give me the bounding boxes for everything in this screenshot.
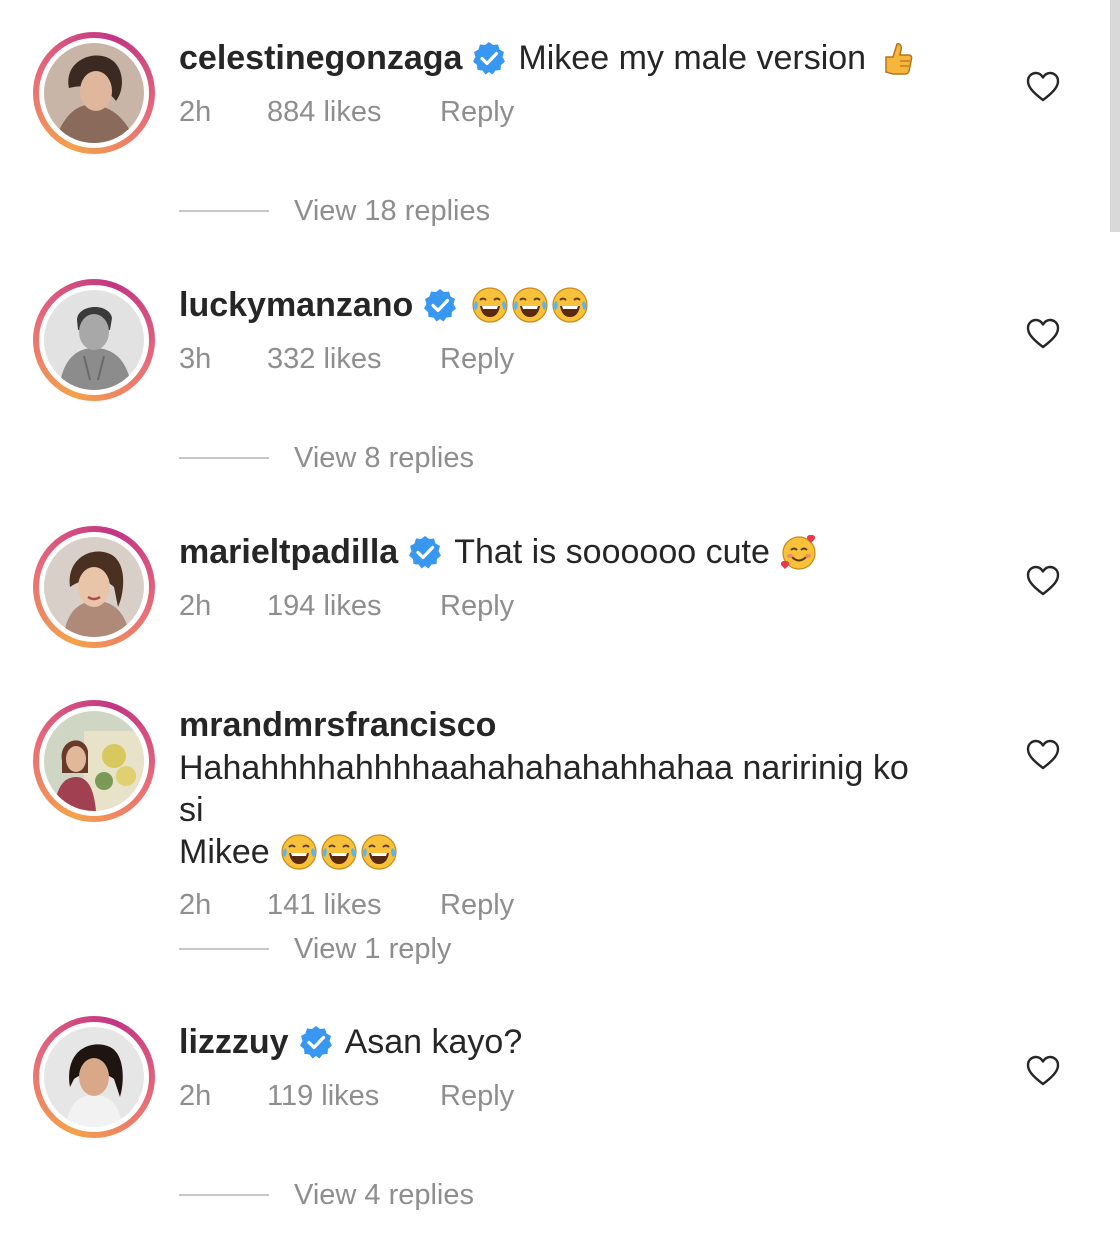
tears-of-joy-icon: [361, 834, 397, 870]
view-replies-button[interactable]: View 8 replies: [179, 440, 474, 476]
likes-count[interactable]: 332 likes: [267, 341, 440, 377]
reply-button[interactable]: Reply: [440, 94, 514, 130]
comment-time: 2h: [179, 1080, 212, 1112]
likes-count[interactable]: 141 likes: [267, 887, 440, 923]
heart-outline-icon[interactable]: [1025, 69, 1061, 105]
view-replies-label: View 18 replies: [294, 194, 491, 227]
tears-of-joy-icon: [512, 287, 548, 323]
smiling-face-with-hearts-icon: [780, 535, 816, 570]
reply-button[interactable]: Reply: [440, 1078, 514, 1114]
comment-time: 2h: [179, 590, 212, 622]
username[interactable]: lizzzuy: [179, 1020, 289, 1064]
avatar[interactable]: [33, 526, 155, 648]
heart-outline-icon[interactable]: [1025, 316, 1061, 352]
thumbs-up-icon: [885, 43, 913, 75]
tears-of-joy-icon: [472, 287, 508, 323]
divider: [179, 457, 269, 459]
likes-count[interactable]: 119 likes: [267, 1078, 440, 1114]
username[interactable]: marieltpadilla: [179, 530, 398, 574]
view-replies-button[interactable]: View 1 reply: [179, 931, 451, 967]
username[interactable]: celestinegonzaga: [179, 36, 462, 80]
divider: [179, 1194, 269, 1196]
heart-outline-icon[interactable]: [1025, 563, 1061, 599]
heart-outline-icon[interactable]: [1025, 737, 1061, 773]
divider: [179, 210, 269, 212]
view-replies-label: View 8 replies: [294, 441, 475, 474]
verified-badge-icon: [409, 536, 442, 569]
avatar[interactable]: [33, 32, 155, 154]
reply-button[interactable]: Reply: [440, 341, 514, 377]
tears-of-joy-icon: [552, 287, 588, 323]
tears-of-joy-icon: [281, 834, 317, 870]
verified-badge-icon: [299, 1026, 332, 1059]
comment-text: That is soooooo cute: [454, 533, 770, 571]
reply-button[interactable]: Reply: [440, 588, 514, 624]
verified-badge-icon: [424, 289, 457, 322]
username[interactable]: mrandmrsfrancisco: [179, 703, 496, 747]
comment-text-line: Mikee: [179, 833, 270, 871]
likes-count[interactable]: 194 likes: [267, 588, 440, 624]
verified-badge-icon: [473, 42, 506, 75]
comment-text-line: Hahahhhhahhhhaahahahahahhahaa naririnig …: [179, 749, 909, 829]
avatar[interactable]: [33, 279, 155, 401]
comment-text: Asan kayo?: [344, 1023, 523, 1061]
comment-time: 2h: [179, 889, 212, 921]
divider: [179, 948, 269, 950]
comment-time: 2h: [179, 96, 212, 128]
avatar[interactable]: [33, 1016, 155, 1138]
avatar[interactable]: [33, 700, 155, 822]
tears-of-joy-icon: [321, 834, 357, 870]
username[interactable]: luckymanzano: [179, 283, 413, 327]
likes-count[interactable]: 884 likes: [267, 94, 440, 130]
view-replies-button[interactable]: View 4 replies: [179, 1177, 474, 1213]
reply-button[interactable]: Reply: [440, 887, 514, 923]
view-replies-button[interactable]: View 18 replies: [179, 193, 490, 229]
heart-outline-icon[interactable]: [1025, 1053, 1061, 1089]
comment-text: Hahahhhhahhhhaahahahahahhahaa naririnig …: [179, 747, 930, 873]
view-replies-label: View 4 replies: [294, 1178, 475, 1211]
view-replies-label: View 1 reply: [294, 932, 452, 965]
comment-text: Mikee my male version: [518, 39, 867, 77]
scrollbar[interactable]: [1110, 0, 1120, 232]
comment-time: 3h: [179, 343, 212, 375]
